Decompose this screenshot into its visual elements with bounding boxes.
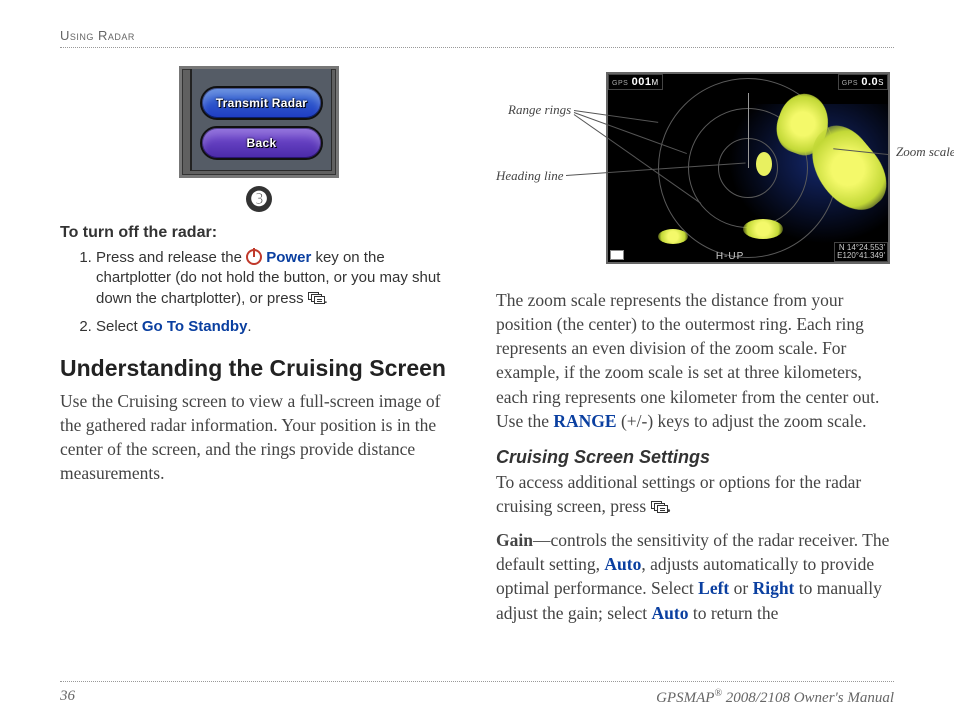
power-icon (246, 249, 262, 265)
page-header-section: Using Radar (60, 28, 894, 43)
understanding-cruising-heading: Understanding the Cruising Screen (60, 355, 458, 383)
range-key-label: RANGE (553, 411, 616, 431)
radar-top-left-readout: GPS 001M (608, 74, 663, 90)
menu-icon (651, 501, 667, 513)
transmit-radar-button: Transmit Radar (200, 86, 323, 120)
zoom-scale-paragraph: The zoom scale represents the distance f… (496, 288, 894, 433)
step-2: Select Go To Standby. (96, 317, 458, 337)
orientation-label: H-UP (716, 251, 744, 262)
go-to-standby-link: Go To Standby (142, 318, 248, 335)
right-column: Range rings Heading line GPS 001M GP (496, 66, 894, 625)
range-rings-callout: Range rings (508, 102, 571, 118)
page-footer: 36 GPSMAP® 2008/2108 Owner's Manual (60, 681, 894, 707)
step-number-badge: ➌ (60, 184, 458, 212)
radar-top-right-readout: GPS 0.0S (838, 74, 888, 90)
flag-icon (610, 250, 624, 260)
radar-figure: Range rings Heading line GPS 001M GP (496, 66, 894, 274)
gain-paragraph: Gain—controls the sensitivity of the rad… (496, 528, 894, 625)
coords-readout: N 14°24.553' E120°41.349' (834, 242, 888, 262)
footer-product: GPSMAP® 2008/2108 Owner's Manual (656, 688, 894, 707)
power-key-label: Power (266, 249, 311, 266)
menu-icon (308, 292, 324, 304)
back-button: Back (200, 126, 323, 160)
page-number: 36 (60, 688, 75, 707)
device-screenshot: Transmit Radar Back (179, 66, 339, 178)
gain-label: Gain (496, 530, 533, 550)
left-column: Transmit Radar Back ➌ To turn off the ra… (60, 66, 458, 625)
turn-off-radar-heading: To turn off the radar: (60, 224, 458, 242)
heading-line-callout: Heading line (496, 168, 564, 184)
step-1: Press and release the Power key on the c… (96, 248, 458, 309)
cruising-settings-heading: Cruising Screen Settings (496, 447, 894, 468)
zoom-scale-callout: Zoom scale (896, 144, 954, 160)
access-settings-paragraph: To access additional settings or options… (496, 470, 894, 518)
header-rule (60, 47, 894, 48)
cruising-intro-paragraph: Use the Cruising screen to view a full-s… (60, 389, 458, 486)
